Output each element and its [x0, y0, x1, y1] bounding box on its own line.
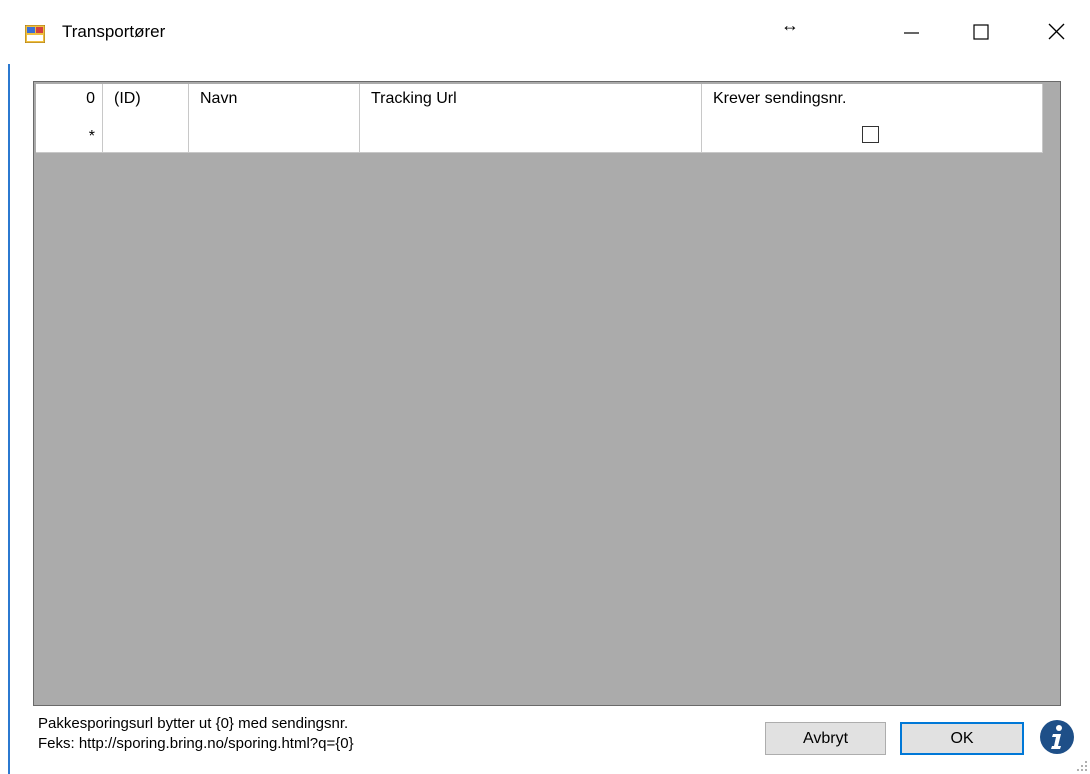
window-title: Transportører: [62, 22, 166, 41]
close-button[interactable]: [1038, 14, 1084, 50]
column-header-id[interactable]: (ID): [103, 84, 189, 119]
maximize-icon: [973, 24, 989, 40]
info-icon[interactable]: [1039, 719, 1075, 755]
row-header-corner[interactable]: 0: [36, 84, 103, 119]
hint-text-line2: Feks: http://sporing.bring.no/sporing.ht…: [38, 735, 354, 752]
column-header-tracking-url[interactable]: Tracking Url: [360, 84, 702, 119]
window-left-border: [8, 0, 10, 774]
minimize-button[interactable]: [893, 14, 939, 50]
ok-button[interactable]: OK: [900, 722, 1024, 755]
transportorer-window: Transportører ↔ 0 (ID) Navn Tracking Url…: [0, 0, 1090, 774]
resize-grip-icon[interactable]: [1076, 760, 1088, 772]
column-header-krever-sendingsnr[interactable]: Krever sendingsnr.: [702, 84, 1043, 119]
close-icon: [1048, 23, 1065, 40]
column-header-navn[interactable]: Navn: [189, 84, 360, 119]
krever-sendingsnr-checkbox[interactable]: [862, 126, 879, 143]
cell-navn[interactable]: [189, 118, 360, 153]
cancel-button[interactable]: Avbryt: [765, 722, 886, 755]
cell-tracking-url[interactable]: [360, 118, 702, 153]
cell-krever-sendingsnr[interactable]: [702, 118, 1043, 153]
carriers-grid[interactable]: 0 (ID) Navn Tracking Url Krever sendings…: [33, 81, 1061, 706]
minimize-icon: [904, 32, 919, 34]
new-row-marker[interactable]: *: [36, 118, 103, 153]
maximize-button[interactable]: [962, 14, 1008, 50]
title-bar[interactable]: Transportører ↔: [0, 0, 1090, 64]
resize-arrow-icon: ↔: [781, 15, 799, 35]
cell-id[interactable]: [103, 118, 189, 153]
hint-text-line1: Pakkesporingsurl bytter ut {0} med sendi…: [38, 715, 349, 732]
app-icon: [25, 25, 45, 43]
